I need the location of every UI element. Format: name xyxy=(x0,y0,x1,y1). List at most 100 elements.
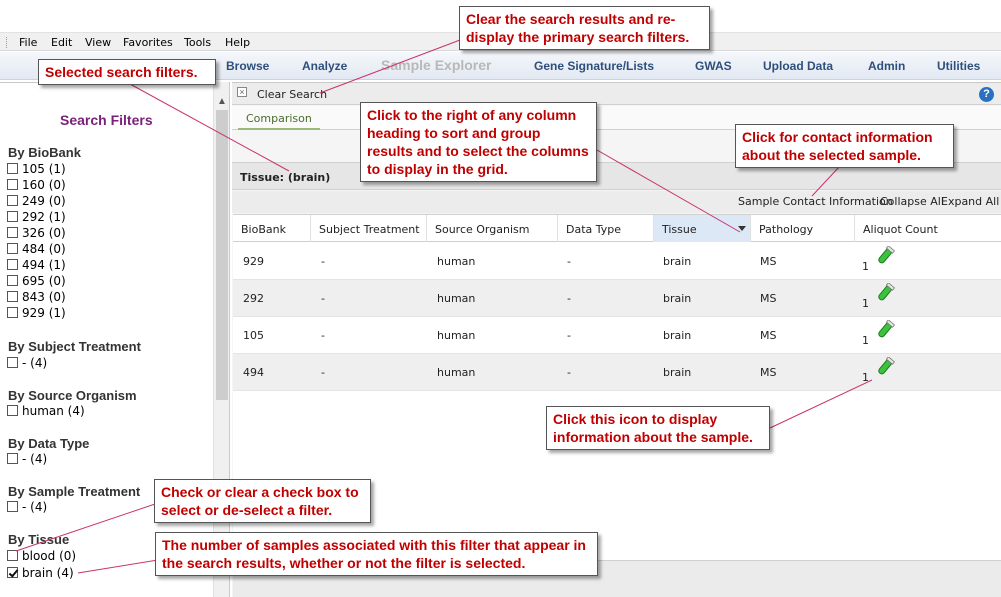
col-source-organism[interactable]: Source Organism xyxy=(427,215,558,242)
callout-checkbox: Check or clear a check box to select or … xyxy=(154,479,371,523)
col-data-type[interactable]: Data Type xyxy=(558,215,654,242)
table-row[interactable]: 494 - human - brain MS 1 xyxy=(233,354,1001,391)
filter-checkbox-item[interactable]: 695 (0) xyxy=(7,274,66,288)
filter-checkbox-item[interactable]: 929 (1) xyxy=(7,306,66,320)
cell-data-type: - xyxy=(567,292,571,305)
nav-upload-data[interactable]: Upload Data xyxy=(763,59,833,73)
checkbox[interactable] xyxy=(7,550,18,561)
checkbox[interactable] xyxy=(7,211,18,222)
menu-tools[interactable]: Tools xyxy=(184,36,211,49)
tab-comparison[interactable]: Comparison xyxy=(238,106,320,130)
cell-data-type: - xyxy=(567,366,571,379)
column-menu-caret-icon[interactable] xyxy=(738,226,746,231)
menu-help[interactable]: Help xyxy=(225,36,250,49)
filter-label: 326 (0) xyxy=(22,226,66,240)
filter-group-data-type: By Data Type xyxy=(8,436,90,451)
filter-label: blood (0) xyxy=(22,549,77,563)
menu-favorites[interactable]: Favorites xyxy=(123,36,173,49)
col-pathology[interactable]: Pathology xyxy=(751,215,855,242)
cell-tissue: brain xyxy=(663,366,692,379)
test-tube-icon[interactable] xyxy=(875,283,895,303)
checkbox[interactable] xyxy=(7,227,18,238)
menu-view[interactable]: View xyxy=(85,36,111,49)
expand-all-link[interactable]: Expand All xyxy=(941,195,999,208)
scroll-up-icon[interactable]: ▲ xyxy=(217,96,227,107)
filter-label: 695 (0) xyxy=(22,274,66,288)
checkbox[interactable] xyxy=(7,291,18,302)
checkbox[interactable] xyxy=(7,501,18,512)
sample-contact-link[interactable]: Sample Contact Information xyxy=(738,195,893,208)
filter-label: 843 (0) xyxy=(22,290,66,304)
scroll-thumb[interactable] xyxy=(216,110,228,400)
filter-checkbox-item[interactable]: 494 (1) xyxy=(7,258,66,272)
test-tube-icon[interactable] xyxy=(875,357,895,377)
checkbox-checked[interactable] xyxy=(7,567,18,578)
checkbox[interactable] xyxy=(7,179,18,190)
cell-tissue: brain xyxy=(663,255,692,268)
checkbox[interactable] xyxy=(7,357,18,368)
help-icon[interactable]: ? xyxy=(979,87,994,102)
nav-utilities[interactable]: Utilities xyxy=(937,59,980,73)
filter-label: 494 (1) xyxy=(22,258,66,272)
grid-actions: Sample Contact Information Collapse All … xyxy=(232,191,1001,213)
filter-checkbox-item[interactable]: - (4) xyxy=(7,500,47,514)
filter-label: 105 (1) xyxy=(22,162,66,176)
checkbox[interactable] xyxy=(7,307,18,318)
filter-label: - (4) xyxy=(22,452,48,466)
menu-file[interactable]: File xyxy=(19,36,37,49)
clear-icon[interactable]: × xyxy=(237,87,247,97)
test-tube-icon[interactable] xyxy=(875,320,895,340)
table-row[interactable]: 929 - human - brain MS 1 xyxy=(233,243,1001,280)
checkbox[interactable] xyxy=(7,195,18,206)
cell-source-organism: human xyxy=(437,292,476,305)
col-biobank[interactable]: BioBank xyxy=(233,215,311,242)
filter-label: 249 (0) xyxy=(22,194,66,208)
filter-checkbox-item[interactable]: human (4) xyxy=(7,404,85,418)
filter-checkbox-item[interactable]: 326 (0) xyxy=(7,226,66,240)
filter-checkbox-item[interactable]: 105 (1) xyxy=(7,162,66,176)
table-row[interactable]: 292 - human - brain MS 1 xyxy=(233,280,1001,317)
checkbox[interactable] xyxy=(7,275,18,286)
nav-gwas[interactable]: GWAS xyxy=(695,59,732,73)
collapse-all-link[interactable]: Collapse All xyxy=(880,195,944,208)
filter-checkbox-item[interactable]: 249 (0) xyxy=(7,194,66,208)
filter-checkbox-item[interactable]: brain (4) xyxy=(7,566,74,580)
cell-aliquot-count: 1 xyxy=(862,297,869,310)
checkbox[interactable] xyxy=(7,163,18,174)
table-row[interactable]: 105 - human - brain MS 1 xyxy=(233,317,1001,354)
nav-analyze[interactable]: Analyze xyxy=(302,59,347,73)
filter-label: 929 (1) xyxy=(22,306,66,320)
menu-edit[interactable]: Edit xyxy=(51,36,72,49)
filter-group-source-organism: By Source Organism xyxy=(8,388,137,403)
filter-checkbox-item[interactable]: - (4) xyxy=(7,356,47,370)
filter-checkbox-item[interactable]: 160 (0) xyxy=(7,178,66,192)
col-tissue[interactable]: Tissue xyxy=(654,215,751,242)
callout-clear-search: Clear the search results and re-display … xyxy=(459,6,710,50)
callout-selected-filters: Selected search filters. xyxy=(38,59,216,85)
cell-aliquot-count: 1 xyxy=(862,371,869,384)
col-aliquot-count[interactable]: Aliquot Count xyxy=(855,215,1001,242)
nav-admin[interactable]: Admin xyxy=(868,59,905,73)
filter-checkbox-item[interactable]: blood (0) xyxy=(7,549,76,563)
nav-sample-explorer[interactable]: Sample Explorer xyxy=(381,57,492,73)
clear-search-button[interactable]: Clear Search xyxy=(257,88,327,101)
cell-pathology: MS xyxy=(760,366,777,379)
cell-pathology: MS xyxy=(760,329,777,342)
nav-gene-signature[interactable]: Gene Signature/Lists xyxy=(534,59,654,73)
filter-checkbox-item[interactable]: - (4) xyxy=(7,452,47,466)
filter-label: 292 (1) xyxy=(22,210,66,224)
filter-checkbox-item[interactable]: 292 (1) xyxy=(7,210,66,224)
filter-group-biobank: By BioBank xyxy=(8,145,81,160)
grid-header: BioBank Subject Treatment Source Organis… xyxy=(233,215,1001,242)
col-tissue-label: Tissue xyxy=(662,223,697,236)
test-tube-icon[interactable] xyxy=(875,246,895,266)
checkbox[interactable] xyxy=(7,259,18,270)
filter-checkbox-item[interactable]: 843 (0) xyxy=(7,290,66,304)
callout-sample-count: The number of samples associated with th… xyxy=(155,532,598,576)
checkbox[interactable] xyxy=(7,243,18,254)
checkbox[interactable] xyxy=(7,405,18,416)
checkbox[interactable] xyxy=(7,453,18,464)
filter-checkbox-item[interactable]: 484 (0) xyxy=(7,242,66,256)
col-subject-treatment[interactable]: Subject Treatment xyxy=(311,215,427,242)
nav-browse[interactable]: Browse xyxy=(226,59,269,73)
